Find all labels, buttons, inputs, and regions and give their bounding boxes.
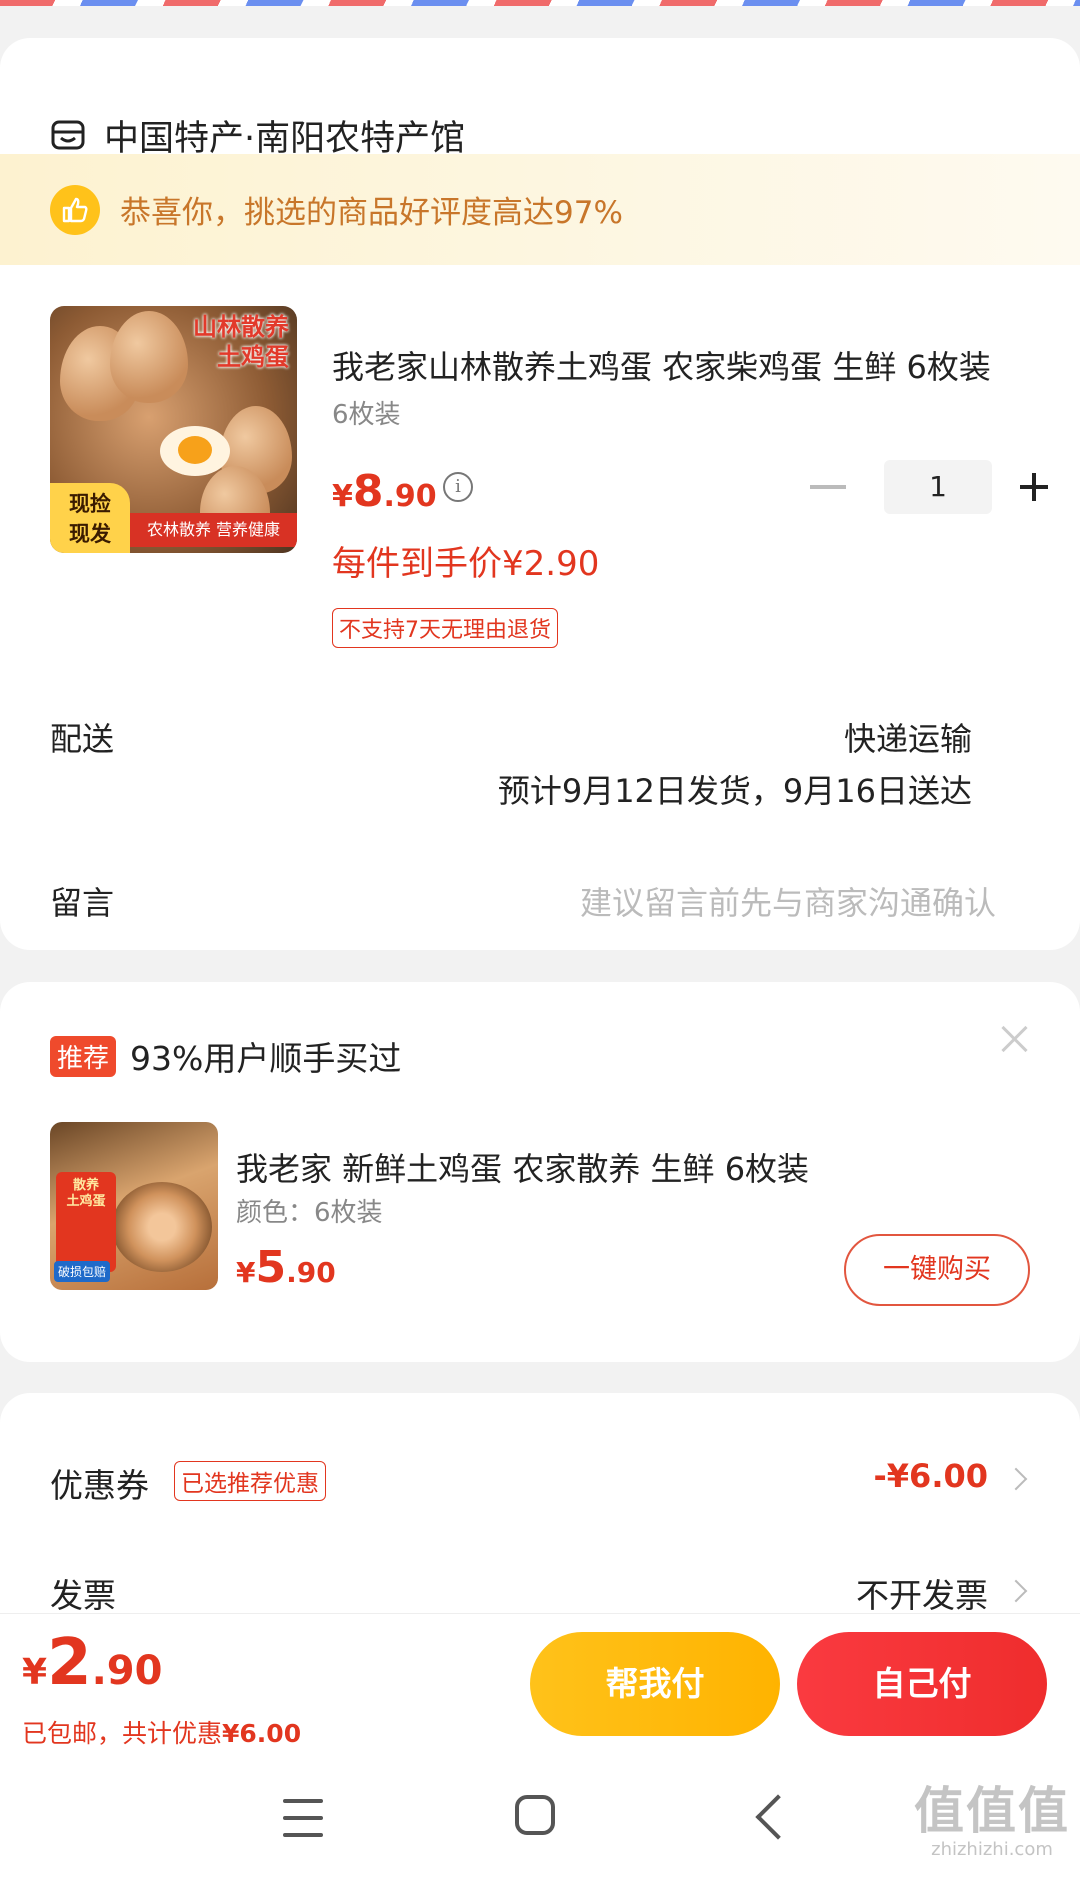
recommend-title: 93%用户顺手买过 [130,1039,402,1078]
product-image[interactable]: 山林散养 土鸡蛋 现捡 现发 农林散养 营养健康 [50,306,297,553]
recommend-image-badge-line1: 散养 [72,1178,99,1193]
recommend-product-spec: 颜色：6枚装 [236,1198,383,1228]
shipping-eta: 预计9月12日发货，9月16日送达 [497,772,972,810]
coupon-label: 优惠券 [50,1466,149,1505]
quantity-stepper: 1 [810,460,1060,514]
checkout-bar: ¥2.90 已包邮，共计优惠¥6.00 帮我付 自己付 [0,1613,1080,1764]
product-image-title-line2: 土鸡蛋 [217,343,289,371]
price-integer: 8 [352,466,384,517]
decrease-button[interactable] [810,485,846,489]
product-image-title-line1: 山林散养 [193,313,289,341]
home-icon[interactable] [515,1795,555,1835]
coupon-value[interactable]: -¥6.00 [874,1457,989,1495]
airmail-border [0,0,1080,6]
thumbs-up-icon [50,184,100,235]
chevron-right-icon[interactable] [1004,1467,1028,1491]
message-label: 留言 [50,884,115,922]
total-decimal: .90 [91,1648,163,1694]
praise-text: 恭喜你，挑选的商品好评度高达97% [120,195,623,231]
recommend-product-price: ¥5.90 [236,1242,336,1293]
praise-banner: 恭喜你，挑选的商品好评度高达97% [0,154,1080,265]
product-spec[interactable]: 6枚装 [332,394,401,431]
product-image-title: 山林散养 土鸡蛋 [193,312,289,372]
product-image-tag: 现捡 现发 [50,483,130,553]
no-return-badge: 不支持7天无理由退货 [332,608,558,648]
rec-price-integer: 5 [255,1242,287,1293]
self-pay-button[interactable]: 自己付 [797,1632,1047,1736]
egg-basket-shape [112,1182,212,1272]
rec-price-decimal: .90 [286,1256,336,1289]
total-integer: 2 [47,1626,92,1700]
recommend-image-badge: 散养 土鸡蛋 [56,1172,116,1272]
total-price: ¥2.90 [22,1626,162,1700]
product-image-strip: 农林散养 营养健康 [130,513,297,547]
quantity-input[interactable]: 1 [884,460,992,514]
help-pay-button[interactable]: 帮我付 [530,1632,780,1736]
yolk-shape [178,436,212,464]
watermark-logo: 值值值 [914,1782,1070,1840]
recommend-product-image[interactable]: 散养 土鸡蛋 破损包赔 [50,1122,218,1290]
store-name: 中国特产·南阳农特产馆 [104,118,466,159]
total-note-prefix: 已包邮，共计优惠 [22,1719,223,1748]
chevron-right-icon[interactable] [1004,1579,1028,1603]
recommend-card: 推荐 93%用户顺手买过 散养 土鸡蛋 破损包赔 我老家 新鲜土鸡蛋 农家散养 … [0,982,1080,1362]
recommend-image-badge-line2: 土鸡蛋 [66,1194,106,1209]
watermark: 值值值 zhizhizhi.com [914,1783,1070,1860]
price-decimal: .90 [383,479,437,514]
message-input[interactable]: 建议留言前先与商家沟通确认 [580,878,996,924]
recommend-image-chip: 破损包赔 [54,1261,111,1282]
shipping-label: 配送 [50,720,115,758]
product-price: ¥8.90 [332,466,437,517]
menu-icon[interactable] [283,1799,323,1837]
store-icon [51,120,85,150]
invoice-value[interactable]: 不开发票 [856,1569,988,1617]
system-nav-bar: 值值值 zhizhizhi.com [0,1763,1080,1883]
close-icon[interactable] [998,1022,1032,1056]
egg-shape [110,311,188,403]
one-click-buy-button[interactable]: 一键购买 [844,1234,1030,1306]
unit-price: 每件到手价¥2.90 [332,544,600,584]
back-icon[interactable] [755,1794,801,1840]
order-card: 中国特产·南阳农特产馆 恭喜你，挑选的商品好评度高达97% 山林散养 土鸡蛋 现… [0,38,1080,950]
invoice-label: 发票 [50,1576,116,1615]
recommend-header: 推荐 93%用户顺手买过 [50,1032,401,1080]
shipping-method[interactable]: 快递运输 [844,714,972,760]
total-note-discount: ¥6.00 [222,1719,302,1748]
product-title[interactable]: 我老家山林散养土鸡蛋 农家柴鸡蛋 生鲜 6枚装 [332,342,1022,388]
recommend-product-name[interactable]: 我老家 新鲜土鸡蛋 农家散养 生鲜 6枚装 [236,1144,809,1190]
total-note: 已包邮，共计优惠¥6.00 [22,1714,301,1750]
rec-price-symbol: ¥ [236,1256,256,1289]
price-info-icon[interactable]: i [443,472,473,502]
total-symbol: ¥ [22,1652,48,1693]
product-image-tag-line2: 现发 [69,522,111,546]
product-image-tag-line1: 现捡 [69,492,111,516]
watermark-url: zhizhizhi.com [931,1839,1053,1860]
recommend-tag: 推荐 [50,1035,117,1077]
coupon-tag: 已选推荐优惠 [174,1461,326,1501]
increase-button[interactable] [1006,460,1060,514]
price-symbol: ¥ [332,479,353,514]
